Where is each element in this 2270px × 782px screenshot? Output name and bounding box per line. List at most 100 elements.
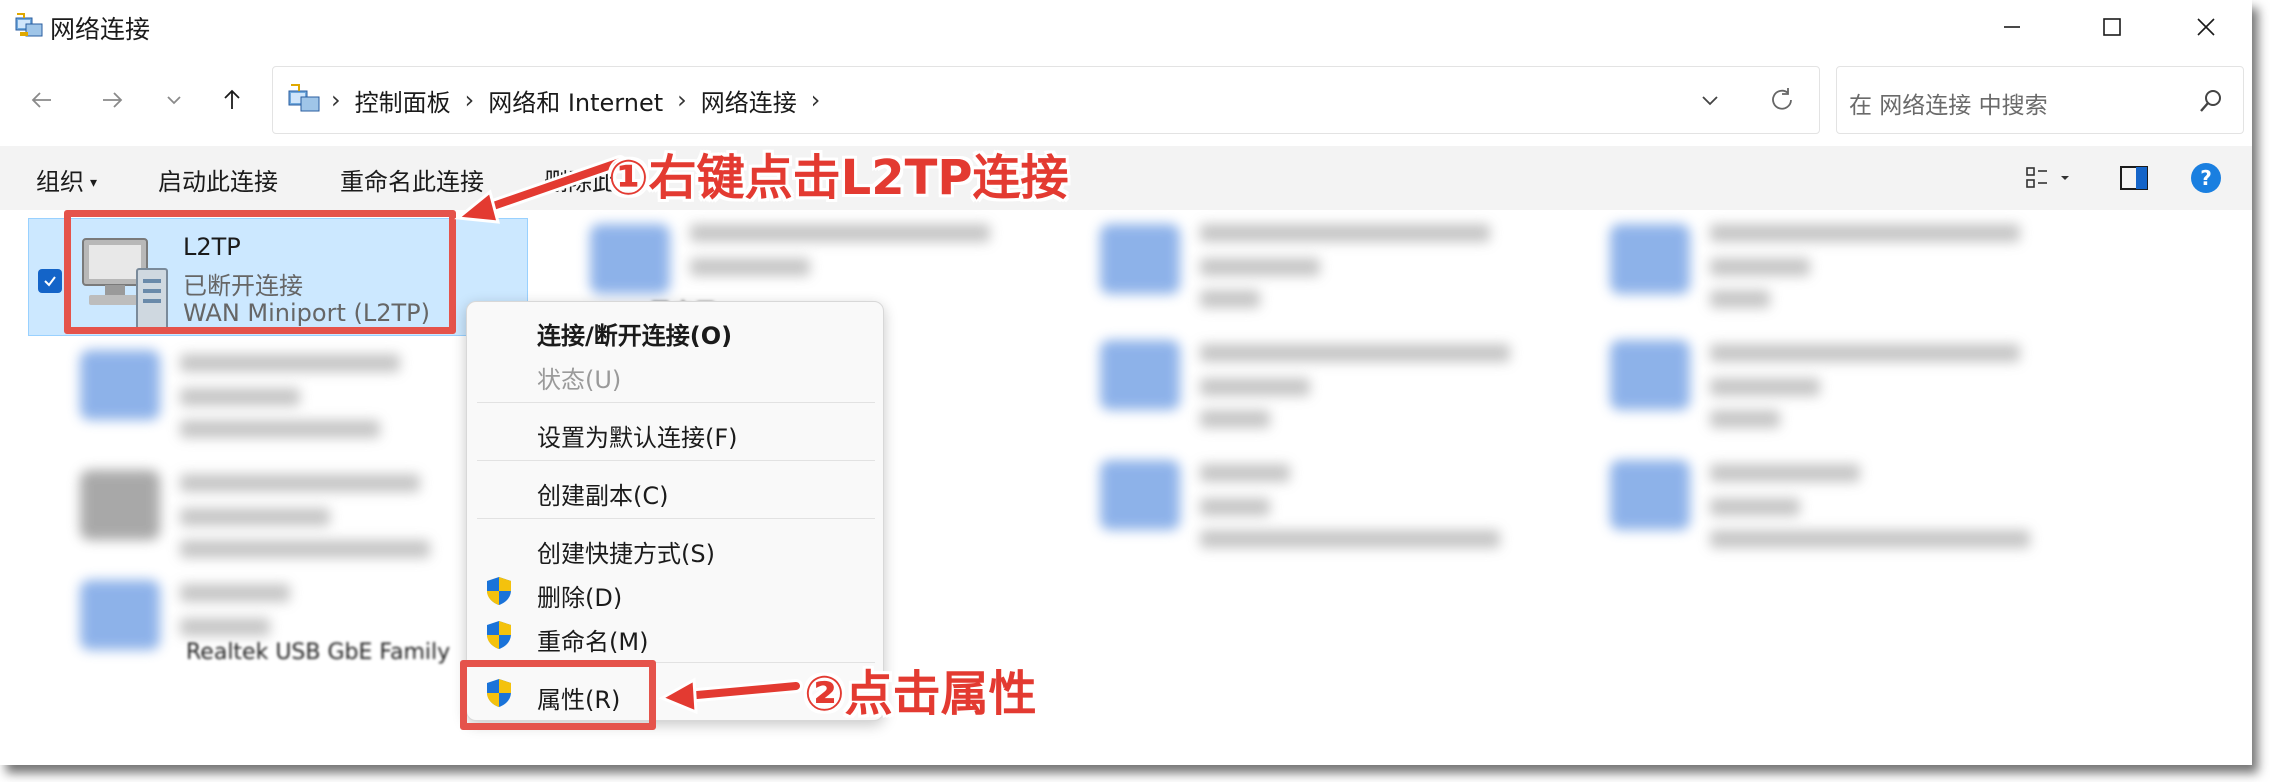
maximize-icon [2103,18,2121,36]
blurred-text [1200,344,1510,362]
connection-item-blurred[interactable] [1090,210,1510,340]
background-device-label: Realtek USB GbE Family [186,640,451,665]
shield-icon [487,577,511,605]
network-adapter-icon [80,350,160,420]
chevron-right-icon[interactable]: › [465,86,475,114]
blurred-text [180,474,420,492]
annotation-step2: ②点击属性 [804,666,1037,722]
address-bar[interactable]: › 控制面板 › 网络和 Internet › 网络连接 › [272,66,1820,134]
blurred-text [1710,530,2030,548]
annotation-arrow-2 [658,677,803,715]
blurred-text [180,508,330,526]
network-adapter-icon [1100,224,1180,294]
blurred-text [180,618,270,636]
address-history-dropdown-icon[interactable] [1697,87,1723,113]
arrow-right-icon [103,92,123,108]
preview-pane-button[interactable] [2116,160,2152,196]
connection-item-blurred[interactable] [70,460,470,580]
chevron-right-icon[interactable]: › [811,86,821,114]
organize-label: 组织 [36,168,84,196]
connection-item-blurred[interactable] [1600,330,2040,450]
menu-item-create-copy[interactable]: 创建副本(C) [537,476,668,511]
minimize-button[interactable] [1966,0,2058,54]
chevron-right-icon: › [331,86,341,114]
connection-item-blurred[interactable] [70,340,470,460]
search-icon[interactable] [2197,87,2225,115]
recent-locations-button[interactable] [150,76,198,124]
organize-menu-button[interactable]: 组织 ▾ [36,162,97,197]
chevron-right-icon[interactable]: › [677,86,687,114]
explorer-window: 网络连接 › 控制面板 › 网络和 Internet › 网络连接 › 在 网络… [0,0,2252,765]
blurred-text [1710,410,1780,428]
blurred-text [1710,224,2020,242]
close-icon [2197,18,2215,36]
forward-button[interactable] [88,76,136,124]
help-button[interactable]: ? [2188,160,2224,196]
blurred-text [1200,258,1320,276]
preview-pane-icon [2120,166,2148,190]
refresh-icon[interactable] [1767,85,1797,115]
arrow-up-icon [224,89,240,109]
network-adapter-icon [80,580,160,650]
blurred-text [1200,498,1270,516]
blurred-text [1200,224,1490,242]
menu-item-delete[interactable]: 删除(D) [537,578,622,613]
blurred-text [690,258,810,276]
blurred-text [180,584,290,602]
annotation-arrow-1 [454,155,627,224]
blurred-text [180,540,430,558]
network-adapter-icon [1610,224,1690,294]
menu-separator [477,460,875,461]
breadcrumb-control-panel[interactable]: 控制面板 [355,83,451,118]
connection-item-blurred[interactable] [1090,330,1510,450]
search-placeholder[interactable]: 在 网络连接 中搜索 [1849,86,2048,120]
window-title: 网络连接 [50,15,151,44]
connection-item-blurred[interactable] [1090,450,1510,580]
search-box[interactable]: 在 网络连接 中搜索 [1836,66,2244,134]
blurred-text [1200,290,1260,308]
highlight-box-properties [460,660,656,730]
menu-item-set-default[interactable]: 设置为默认连接(F) [537,418,738,453]
blurred-text [1200,378,1310,396]
blurred-text [180,388,300,406]
menu-separator [477,402,875,403]
network-folder-icon [288,84,320,112]
close-button[interactable] [2160,0,2252,54]
menu-item-connect[interactable]: 连接/断开连接(O) [537,316,732,351]
blurred-text [180,354,400,372]
connection-item-blurred[interactable] [1600,450,2040,580]
breadcrumb-network-connections[interactable]: 网络连接 [701,83,797,118]
network-adapter-icon [1610,340,1690,410]
connection-item-blurred[interactable] [1600,210,2040,340]
menu-item-create-shortcut[interactable]: 创建快捷方式(S) [537,534,715,569]
blurred-text [1710,344,2020,362]
network-adapter-icon [590,224,670,294]
network-adapter-icon [80,470,160,540]
view-options-button[interactable] [2020,160,2080,196]
menu-separator [477,518,875,519]
item-checkbox[interactable] [38,269,62,293]
annotation-step1: ①右键点击L2TP连接 [608,150,1069,206]
blurred-text [1710,378,1820,396]
blurred-text [1710,464,1860,482]
up-button[interactable] [208,76,256,124]
checkmark-icon [44,276,56,287]
blurred-text [1710,498,1800,516]
blurred-text [1200,410,1270,428]
breadcrumb-network-internet[interactable]: 网络和 Internet [488,83,663,118]
blurred-text [1200,530,1500,548]
highlight-box-l2tp [64,210,456,334]
arrow-left-icon [31,92,51,108]
svg-text:?: ? [2200,166,2212,190]
breadcrumb: › 控制面板 › 网络和 Internet › 网络连接 › [331,67,834,133]
start-connection-button[interactable]: 启动此连接 [158,162,278,197]
menu-item-status[interactable]: 状态(U) [537,360,621,395]
chevron-down-icon [167,96,181,105]
title-bar: 网络连接 [0,0,2252,54]
back-button[interactable] [18,76,66,124]
caret-down-icon: ▾ [90,175,98,191]
details-view-icon [2026,167,2069,188]
menu-item-rename[interactable]: 重命名(M) [537,622,648,657]
maximize-button[interactable] [2066,0,2158,54]
navigation-bar: › 控制面板 › 网络和 Internet › 网络连接 › 在 网络连接 中搜… [0,54,2252,146]
